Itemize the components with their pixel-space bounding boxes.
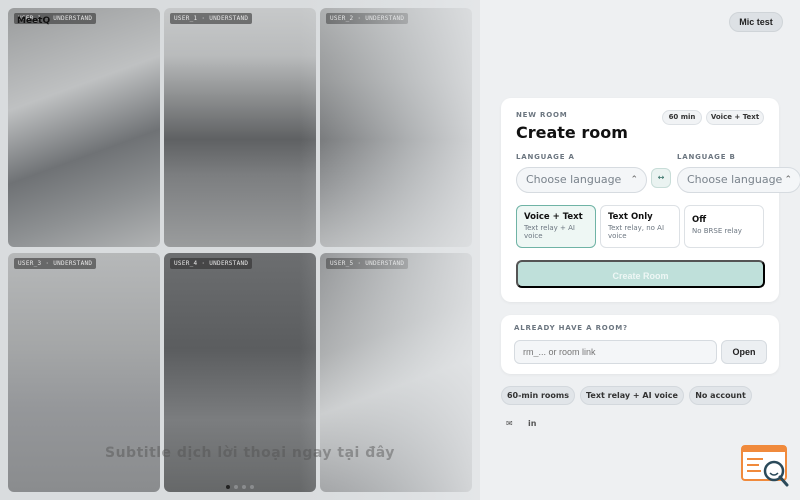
chevron-updown-icon: ⌃ xyxy=(784,175,792,185)
tile-tag: USER_1 · UNDERSTAND xyxy=(170,13,253,24)
create-room-eyebrow: NEW ROOM xyxy=(516,111,568,119)
mode-badge: Voice + Text xyxy=(706,110,764,125)
mode-option-title: Text Only xyxy=(608,212,653,222)
language-b-value: Choose language xyxy=(687,173,783,186)
create-room-title: Create room xyxy=(516,123,628,142)
chevron-updown-icon: ⌃ xyxy=(630,175,638,185)
support-chat-icon[interactable] xyxy=(741,444,791,489)
mode-option-text-only[interactable]: Text Only Text relay, no AI voice xyxy=(600,205,680,248)
mail-icon[interactable]: ✉ xyxy=(506,419,513,428)
tile-tag: USER_3 · UNDERSTAND xyxy=(14,258,97,269)
pager-dot[interactable] xyxy=(234,485,238,489)
create-room-button[interactable]: Create Room xyxy=(516,260,765,288)
create-room-card: NEW ROOM Create room 60 min Voice + Text… xyxy=(501,98,800,302)
room-link-input[interactable] xyxy=(514,340,717,364)
tile-tag: USER_2 · UNDERSTAND xyxy=(326,13,409,24)
duration-badge: 60 min xyxy=(662,110,702,125)
mode-option-off[interactable]: Off No BRSE relay xyxy=(684,205,764,248)
mic-test-button[interactable]: Mic test xyxy=(729,12,783,32)
tile-tag: USER_4 · UNDERSTAND xyxy=(170,258,253,269)
language-a-label: LANGUAGE A xyxy=(516,153,575,161)
mode-option-desc: Text relay + AI voice xyxy=(524,224,575,240)
video-tile[interactable]: USER_1 · UNDERSTAND xyxy=(8,8,160,247)
open-room-button[interactable]: Open xyxy=(721,340,767,364)
mode-option-title: Off xyxy=(692,215,707,225)
language-b-select[interactable]: Choose language ⌃ xyxy=(677,167,800,193)
video-tile[interactable]: USER_1 · UNDERSTAND xyxy=(164,8,316,247)
mode-option-desc: No BRSE relay xyxy=(692,227,742,235)
pager-dot[interactable] xyxy=(250,485,254,489)
language-a-value: Choose language xyxy=(526,173,622,186)
brand-logo: MeetQ xyxy=(17,16,51,26)
pager-dots xyxy=(226,485,254,489)
join-room-eyebrow: ALREADY HAVE A ROOM? xyxy=(514,324,628,332)
pager-dot[interactable] xyxy=(242,485,246,489)
tile-tag: USER_5 · UNDERSTAND xyxy=(326,258,409,269)
swap-languages-button[interactable]: ↔ xyxy=(651,168,671,188)
feature-chip: Text relay + AI voice xyxy=(580,386,684,405)
feature-chip: 60-min rooms xyxy=(501,386,575,405)
language-b-label: LANGUAGE B xyxy=(677,153,736,161)
feature-chip: No account xyxy=(689,386,752,405)
pager-dot[interactable] xyxy=(226,485,230,489)
mode-option-title: Voice + Text xyxy=(524,212,583,222)
video-gallery: USER_1 · UNDERSTAND USER_1 · UNDERSTAND … xyxy=(0,0,480,500)
language-a-select[interactable]: Choose language ⌃ xyxy=(516,167,647,193)
mode-option-voice-text[interactable]: Voice + Text Text relay + AI voice xyxy=(516,205,596,248)
video-tile[interactable]: USER_2 · UNDERSTAND xyxy=(320,8,472,247)
linkedin-icon[interactable]: in xyxy=(528,419,536,428)
mode-option-desc: Text relay, no AI voice xyxy=(608,224,665,240)
subtitle-caption: Subtitle dịch lời thoại ngay tại đây xyxy=(105,445,395,461)
